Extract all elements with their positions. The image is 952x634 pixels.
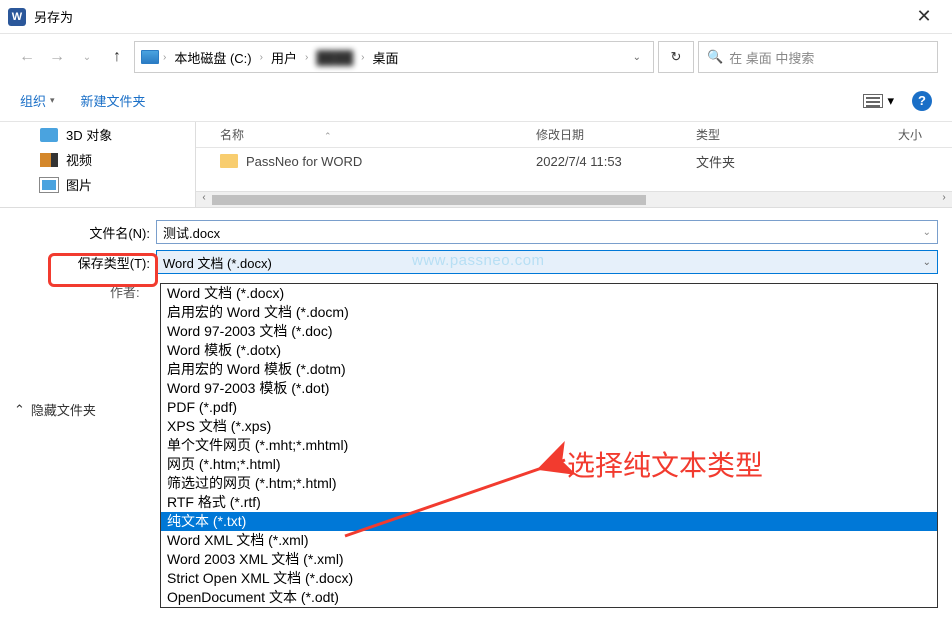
breadcrumb-users[interactable]: 用户 [267, 46, 301, 69]
file-name: PassNeo for WORD [246, 154, 536, 169]
column-name[interactable]: 名称⌃ [196, 126, 536, 143]
dropdown-arrow-icon[interactable]: ⌄ [923, 227, 931, 238]
sidebar-item-videos[interactable]: 视频 [0, 147, 195, 172]
savetype-select[interactable]: Word 文档 (*.docx) ⌄ [156, 250, 938, 274]
filetype-option[interactable]: 启用宏的 Word 文档 (*.docm) [161, 303, 937, 322]
filetype-option[interactable]: PDF (*.pdf) [161, 398, 937, 417]
filetype-option[interactable]: Word 97-2003 文档 (*.doc) [161, 322, 937, 341]
navigation-bar: ← → ⌄ ↑ › 本地磁盘 (C:) › 用户 › ████ › 桌面 ⌄ ↻… [0, 34, 952, 80]
file-list: 名称⌃ 修改日期 类型 大小 PassNeo for WORD 2022/7/4… [196, 122, 952, 207]
watermark-text: www.passneo.com [412, 252, 545, 269]
hide-folders-toggle[interactable]: ⌃ 隐藏文件夹 [14, 400, 96, 419]
scroll-right-icon[interactable]: › [936, 192, 952, 207]
search-icon: 🔍 [707, 49, 723, 65]
filetype-option[interactable]: Strict Open XML 文档 (*.docx) [161, 569, 937, 588]
forward-button[interactable]: → [44, 44, 70, 70]
folder-icon [220, 154, 238, 168]
file-date: 2022/7/4 11:53 [536, 154, 696, 169]
filetype-option[interactable]: OpenDocument 文本 (*.odt) [161, 588, 937, 607]
organize-button[interactable]: 组织▾ [20, 91, 55, 110]
3d-objects-icon [40, 128, 58, 142]
explorer-body: 3D 对象 视频 图片 名称⌃ 修改日期 类型 大小 PassNeo for W… [0, 122, 952, 208]
file-type: 文件夹 [696, 152, 816, 171]
drive-icon [141, 50, 159, 64]
chevron-right-icon: › [163, 52, 166, 63]
window-title: 另存为 [34, 7, 904, 26]
annotation-text: 选择纯文本类型 [567, 444, 763, 484]
chevron-down-icon: ▾ [50, 95, 55, 106]
up-button[interactable]: ↑ [104, 44, 130, 70]
refresh-button[interactable]: ↻ [658, 41, 694, 73]
search-placeholder: 在 桌面 中搜索 [729, 48, 814, 67]
close-button[interactable]: ✕ [904, 6, 944, 27]
breadcrumb-desktop[interactable]: 桌面 [369, 46, 403, 69]
search-input[interactable]: 🔍 在 桌面 中搜索 [698, 41, 938, 73]
sidebar-item-3d[interactable]: 3D 对象 [0, 122, 195, 147]
filename-label: 文件名(N): [0, 223, 156, 242]
filetype-option[interactable]: 筛选过的网页 (*.htm;*.html) [161, 474, 937, 493]
recent-dropdown[interactable]: ⌄ [74, 44, 100, 70]
view-mode-button[interactable]: ▾ [863, 93, 894, 109]
filetype-option[interactable]: Word XML 文档 (*.xml) [161, 531, 937, 550]
breadcrumb-user-blurred[interactable]: ████ [312, 48, 357, 67]
filename-input[interactable]: 测试.docx ⌄ [156, 220, 938, 244]
toolbar: 组织▾ 新建文件夹 ▾ ? [0, 80, 952, 122]
chevron-right-icon: › [361, 52, 364, 63]
videos-icon [40, 153, 58, 167]
horizontal-scrollbar[interactable]: ‹ › [196, 191, 952, 207]
filetype-option[interactable]: RTF 格式 (*.rtf) [161, 493, 937, 512]
chevron-down-icon: ▾ [887, 93, 894, 109]
column-size[interactable]: 大小 [816, 126, 952, 143]
scroll-left-icon[interactable]: ‹ [196, 192, 212, 207]
sort-indicator-icon: ⌃ [324, 131, 332, 141]
sidebar-item-label: 3D 对象 [66, 125, 112, 144]
filetype-option[interactable]: XPS 文档 (*.xps) [161, 417, 937, 436]
word-app-icon: W [8, 8, 26, 26]
title-bar: W 另存为 ✕ [0, 0, 952, 34]
new-folder-button[interactable]: 新建文件夹 [81, 91, 146, 110]
sidebar: 3D 对象 视频 图片 [0, 122, 196, 207]
filetype-option[interactable]: Word 2003 XML 文档 (*.xml) [161, 550, 937, 569]
filetype-option[interactable]: 纯文本 (*.txt) [161, 512, 937, 531]
view-list-icon [863, 94, 883, 108]
column-type[interactable]: 类型 [696, 126, 816, 143]
file-list-header: 名称⌃ 修改日期 类型 大小 [196, 122, 952, 148]
filetype-option[interactable]: Word 文档 (*.docx) [161, 284, 937, 303]
dropdown-arrow-icon: ⌄ [923, 257, 931, 268]
annotation-highlight-box [48, 253, 158, 287]
sidebar-item-pictures[interactable]: 图片 [0, 172, 195, 197]
back-button[interactable]: ← [14, 44, 40, 70]
column-date[interactable]: 修改日期 [536, 126, 696, 143]
sidebar-item-label: 视频 [66, 150, 92, 169]
file-row[interactable]: PassNeo for WORD 2022/7/4 11:53 文件夹 [196, 148, 952, 174]
savetype-dropdown-list[interactable]: Word 文档 (*.docx)启用宏的 Word 文档 (*.docm)Wor… [160, 283, 938, 608]
filetype-option[interactable]: Word 模板 (*.dotx) [161, 341, 937, 360]
filetype-option[interactable]: Word 97-2003 模板 (*.dot) [161, 379, 937, 398]
breadcrumb-dropdown-icon[interactable]: ⌄ [627, 52, 647, 63]
filetype-option[interactable]: 启用宏的 Word 模板 (*.dotm) [161, 360, 937, 379]
chevron-right-icon: › [260, 52, 263, 63]
pictures-icon [40, 178, 58, 192]
chevron-right-icon: › [305, 52, 308, 63]
help-button[interactable]: ? [912, 91, 932, 111]
filetype-option[interactable]: 单个文件网页 (*.mht;*.mhtml) [161, 436, 937, 455]
breadcrumb[interactable]: › 本地磁盘 (C:) › 用户 › ████ › 桌面 ⌄ [134, 41, 654, 73]
sidebar-item-label: 图片 [66, 175, 92, 194]
chevron-up-icon: ⌃ [14, 402, 25, 418]
breadcrumb-drive[interactable]: 本地磁盘 (C:) [170, 46, 255, 69]
filetype-option[interactable]: 网页 (*.htm;*.html) [161, 455, 937, 474]
